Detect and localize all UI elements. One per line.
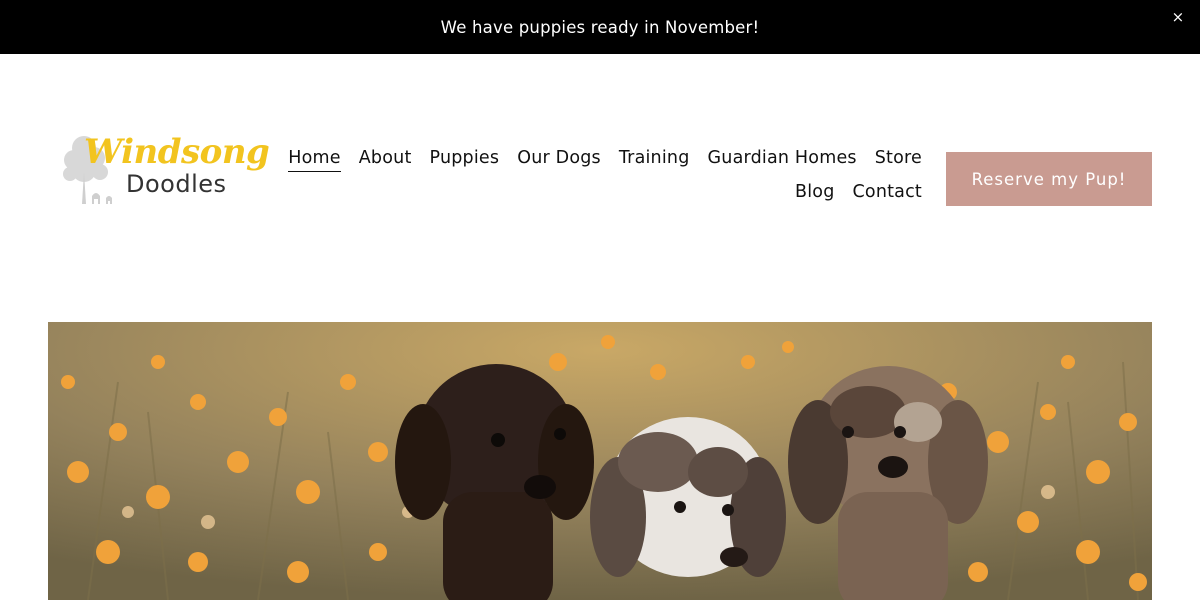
site-logo[interactable]: Windsong Doodles (62, 126, 270, 212)
nav-training[interactable]: Training (619, 148, 690, 172)
close-icon[interactable]: × (1170, 9, 1186, 25)
announcement-bar: We have puppies ready in November! × (0, 0, 1200, 54)
puppies-photo (48, 322, 1152, 600)
nav-our-dogs[interactable]: Our Dogs (517, 148, 601, 172)
nav-about[interactable]: About (359, 148, 412, 172)
logo-word-doodles: Doodles (126, 170, 227, 198)
site-header: Windsong Doodles Home About Puppies Our … (0, 54, 1200, 322)
nav-puppies[interactable]: Puppies (430, 148, 500, 172)
announcement-text: We have puppies ready in November! (440, 17, 760, 37)
nav-row-2: Blog Contact (795, 182, 922, 205)
nav-row-1: Home About Puppies Our Dogs Training Gua… (288, 148, 922, 172)
nav-guardian-homes[interactable]: Guardian Homes (708, 148, 857, 172)
logo-word-windsong: Windsong (84, 132, 270, 172)
reserve-pup-button[interactable]: Reserve my Pup! (946, 152, 1152, 206)
hero-image (48, 322, 1152, 600)
nav-blog[interactable]: Blog (795, 182, 834, 205)
nav-contact[interactable]: Contact (853, 182, 923, 205)
nav-store[interactable]: Store (875, 148, 922, 172)
nav-home[interactable]: Home (288, 148, 341, 172)
